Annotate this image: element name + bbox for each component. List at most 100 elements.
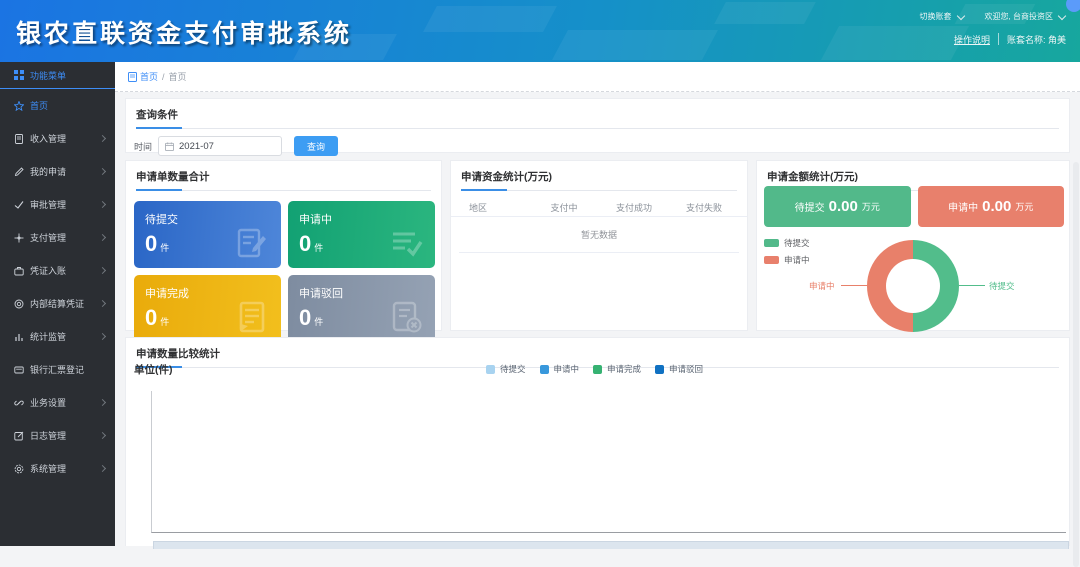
donut-label-pending: 待提交 xyxy=(989,280,1015,292)
app-title: 银农直联资金支付审批系统 xyxy=(16,14,352,50)
link-icon xyxy=(14,398,24,408)
donut-chart[interactable] xyxy=(867,240,959,332)
document-icon xyxy=(128,72,137,82)
header-divider xyxy=(998,33,999,45)
chevron-down-icon[interactable] xyxy=(958,11,965,18)
card-pending-submit[interactable]: 待提交 0件 xyxy=(134,201,281,268)
funds-stats-panel: 申请资金统计(万元) 地区 支付中 支付成功 支付失败 暂无数据 xyxy=(450,160,748,331)
header-decoration xyxy=(423,6,557,32)
chevron-right-icon xyxy=(99,135,106,142)
amount-box-in-progress[interactable]: 申请中 0.00 万元 xyxy=(918,186,1065,227)
bar-chart-icon xyxy=(14,332,24,342)
legend-item-pending[interactable]: 待提交 xyxy=(764,237,810,249)
search-button[interactable]: 查询 xyxy=(294,136,338,156)
sidebar-item-home[interactable]: 首页 xyxy=(0,89,115,122)
main-content: 首页 / 首页 查询条件 时间 2021-07 查询 申请单数量合计 待提交 0… xyxy=(115,62,1080,546)
card-icon xyxy=(14,365,24,375)
vertical-scrollbar[interactable] xyxy=(1073,162,1079,567)
document-icon xyxy=(235,300,269,334)
time-picker-input[interactable]: 2021-07 xyxy=(158,136,282,156)
sidebar-item-business-settings[interactable]: 业务设置 xyxy=(0,386,115,419)
app-header: 银农直联资金支付审批系统 切换账套 欢迎您, 台商投资区 操作说明 账套名称: … xyxy=(0,0,1080,62)
chevron-right-icon xyxy=(99,168,106,175)
legend-item-in-progress[interactable]: 申请中 xyxy=(540,363,580,375)
sidebar-menu-header: 功能菜单 xyxy=(0,62,115,89)
sidebar-item-system[interactable]: 系统管理 xyxy=(0,452,115,485)
gear-icon xyxy=(14,464,24,474)
query-panel-title: 查询条件 xyxy=(136,107,1059,129)
switch-account-dropdown[interactable]: 切换账套 xyxy=(920,11,952,22)
operation-guide-link[interactable]: 操作说明 xyxy=(954,33,990,46)
sidebar-item-bank-draft[interactable]: 银行汇票登记 xyxy=(0,353,115,386)
chevron-right-icon xyxy=(99,399,106,406)
sidebar-item-payment[interactable]: 支付管理 xyxy=(0,221,115,254)
chevron-right-icon xyxy=(99,432,106,439)
corner-dot xyxy=(1066,0,1080,12)
list-check-icon xyxy=(389,226,423,260)
sidebar-item-internal-settlement[interactable]: 内部结算凭证 xyxy=(0,287,115,320)
welcome-user-dropdown[interactable]: 欢迎您, 台商投资区 xyxy=(985,11,1053,22)
card-completed[interactable]: 申请完成 0件 xyxy=(134,275,281,342)
grid-menu-icon xyxy=(14,70,24,80)
sidebar-item-statistics[interactable]: 统计监管 xyxy=(0,320,115,353)
column-header-success: 支付成功 xyxy=(599,201,669,214)
chevron-right-icon xyxy=(99,465,106,472)
column-header-region: 地区 xyxy=(459,201,529,214)
pen-icon xyxy=(14,167,24,177)
legend-item-in-progress[interactable]: 申请中 xyxy=(764,254,810,266)
chevron-right-icon xyxy=(99,267,106,274)
breadcrumb: 首页 / 首页 xyxy=(115,62,1080,92)
document-edit-icon xyxy=(235,226,269,260)
header-decoration xyxy=(714,2,816,24)
donut-legend: 待提交 申请中 xyxy=(764,237,810,266)
empty-data-message: 暂无数据 xyxy=(459,217,739,253)
move-cross-icon xyxy=(14,233,24,243)
briefcase-icon xyxy=(14,266,24,276)
unit-label: 单位(件) xyxy=(134,362,173,377)
edit-square-icon xyxy=(14,431,24,441)
calendar-icon xyxy=(165,142,174,151)
donut-label-line xyxy=(959,285,985,286)
chevron-right-icon xyxy=(99,201,106,208)
chevron-right-icon xyxy=(99,333,106,340)
datazoom-slider[interactable] xyxy=(153,541,1069,549)
chevron-right-icon xyxy=(99,300,106,307)
donut-label-in-progress: 申请中 xyxy=(809,280,835,292)
comparison-chart-panel: 申请数量比较统计 单位(件) 待提交 申请中 申请完成 申请驳回 xyxy=(125,337,1070,546)
sidebar-item-income[interactable]: 收入管理 xyxy=(0,122,115,155)
count-summary-panel: 申请单数量合计 待提交 0件 申请中 0件 申请完成 0件 申请驳回 0件 xyxy=(125,160,442,331)
card-rejected[interactable]: 申请驳回 0件 xyxy=(288,275,435,342)
bar-chart-plot-area xyxy=(151,391,1066,533)
legend-item-completed[interactable]: 申请完成 xyxy=(593,363,641,375)
breadcrumb-separator: / xyxy=(162,72,165,82)
account-name-label: 账套名称: 角美 xyxy=(1007,33,1066,46)
column-header-paying: 支付中 xyxy=(529,201,599,214)
table-header-row: 地区 支付中 支付成功 支付失败 xyxy=(451,199,747,217)
gear-icon xyxy=(14,299,24,309)
amount-box-pending[interactable]: 待提交 0.00 万元 xyxy=(764,186,911,227)
query-panel: 查询条件 时间 2021-07 查询 xyxy=(125,98,1070,153)
sidebar-item-approval[interactable]: 审批管理 xyxy=(0,188,115,221)
legend-swatch xyxy=(655,365,664,374)
legend-swatch xyxy=(486,365,495,374)
document-reject-icon xyxy=(389,300,423,334)
chevron-right-icon xyxy=(99,234,106,241)
donut-label-line xyxy=(841,285,867,286)
legend-swatch xyxy=(593,365,602,374)
funds-stats-title: 申请资金统计(万元) xyxy=(461,169,737,191)
sidebar: 功能菜单 首页 收入管理 我的申请 审批管理 支付管理 xyxy=(0,62,115,546)
legend-item-rejected[interactable]: 申请驳回 xyxy=(655,363,703,375)
chevron-down-icon[interactable] xyxy=(1059,11,1066,18)
star-icon xyxy=(14,101,24,111)
legend-item-pending[interactable]: 待提交 xyxy=(486,363,526,375)
column-header-failed: 支付失败 xyxy=(669,201,739,214)
breadcrumb-home[interactable]: 首页 xyxy=(128,70,158,83)
breadcrumb-current: 首页 xyxy=(169,70,187,83)
sidebar-item-my-applications[interactable]: 我的申请 xyxy=(0,155,115,188)
legend-swatch xyxy=(764,239,779,247)
sidebar-item-voucher-entry[interactable]: 凭证入账 xyxy=(0,254,115,287)
amount-stats-panel: 申请金额统计(万元) 待提交 0.00 万元 申请中 0.00 万元 待提交 申… xyxy=(756,160,1070,331)
card-in-progress[interactable]: 申请中 0件 xyxy=(288,201,435,268)
header-decoration xyxy=(552,30,718,60)
sidebar-item-log[interactable]: 日志管理 xyxy=(0,419,115,452)
